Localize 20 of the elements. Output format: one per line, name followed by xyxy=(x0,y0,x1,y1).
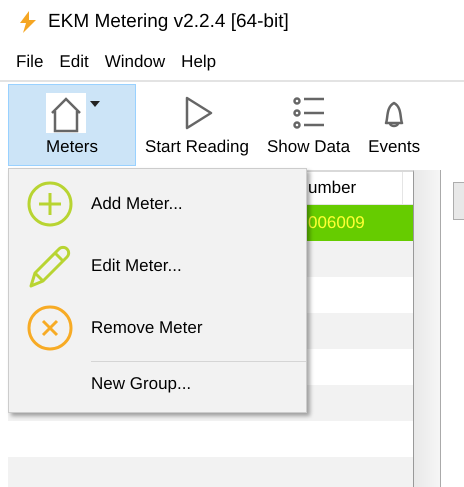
menu-item[interactable]: Window xyxy=(96,52,174,72)
menu-item[interactable]: Edit xyxy=(51,52,97,72)
toolbar-button[interactable]: Show Data xyxy=(258,84,360,166)
pencil-icon xyxy=(27,243,73,289)
dropdown-item[interactable]: Edit Meter... xyxy=(9,235,306,297)
toolbar-button[interactable]: Meters xyxy=(8,84,136,166)
menu-item[interactable]: File xyxy=(8,52,52,72)
splitter[interactable] xyxy=(414,170,441,487)
table-cell: 006009 xyxy=(308,213,365,233)
add-icon xyxy=(27,181,73,227)
dropdown-item[interactable]: Remove Meter xyxy=(9,297,306,359)
toolbar-button[interactable]: Events xyxy=(359,84,430,166)
table-row[interactable] xyxy=(8,457,413,487)
dropdown-item[interactable]: Add Meter... xyxy=(9,173,306,235)
remove-icon xyxy=(27,305,73,351)
window-title: EKM Metering v2.2.4 [64-bit] xyxy=(48,11,289,33)
menu-item[interactable]: Help xyxy=(173,52,224,72)
toolbar-button[interactable]: Start Reading xyxy=(136,84,258,166)
dropdown-item[interactable]: New Group... xyxy=(9,364,306,404)
lightning-icon xyxy=(20,11,36,33)
